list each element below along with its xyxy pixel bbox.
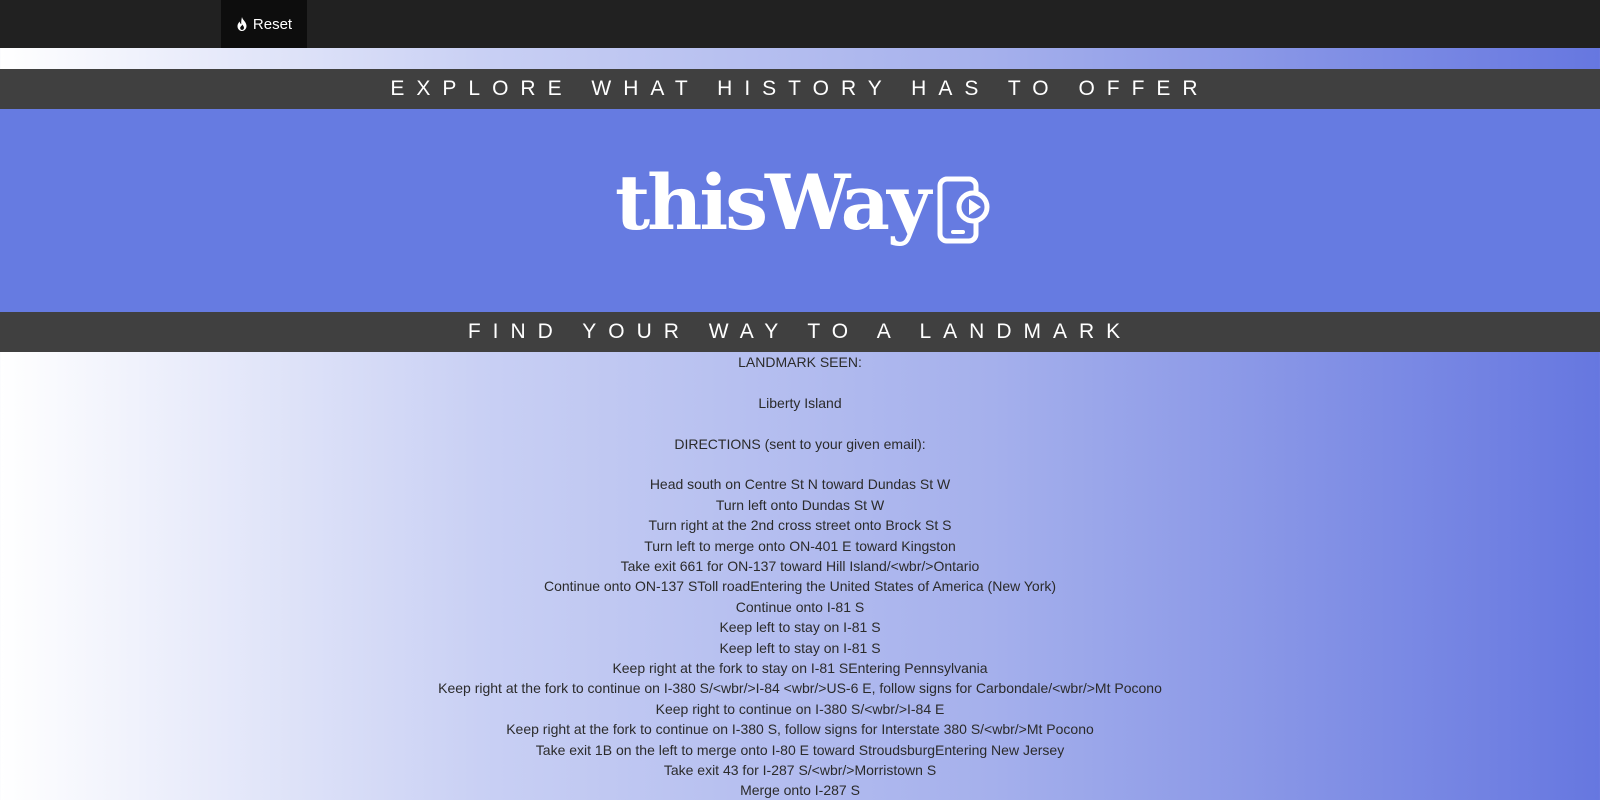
direction-step: Head south on Centre St N toward Dundas … — [649, 476, 951, 493]
fire-icon — [237, 17, 247, 31]
landmark-name: Liberty Island — [758, 394, 842, 411]
direction-step: Keep right at the fork to continue on I-… — [506, 721, 1094, 738]
direction-step: Turn left onto Dundas St W — [715, 496, 885, 513]
direction-step: Turn right at the 2nd cross street onto … — [648, 517, 952, 534]
find-landmark-banner: FIND YOUR WAY TO A LANDMARK — [0, 312, 1600, 352]
directions-list: Head south on Centre St N toward Dundas … — [0, 474, 1600, 800]
direction-step: Continue onto I-81 S — [735, 598, 865, 615]
landmark-heading: LANDMARK SEEN: — [738, 354, 862, 370]
logo-wordmark: thisWay — [615, 158, 931, 247]
direction-step: Keep left to stay on I-81 S — [719, 639, 881, 656]
reset-label: Reset — [252, 15, 293, 33]
top-navbar: Reset — [0, 0, 1600, 48]
direction-step: Keep right to continue on I-380 S/<wbr/>… — [655, 700, 945, 717]
direction-step: Merge onto I-287 S — [740, 782, 860, 799]
reset-button[interactable]: Reset — [221, 0, 307, 48]
direction-step: Take exit 661 for ON-137 toward Hill Isl… — [620, 558, 980, 575]
direction-step: Take exit 1B on the left to merge onto I… — [535, 741, 1065, 758]
direction-step: Keep right at the fork to continue on I-… — [438, 680, 1162, 697]
direction-step: Keep right at the fork to stay on I-81 S… — [612, 660, 988, 677]
direction-step: Continue onto ON-137 SToll roadEntering … — [543, 578, 1057, 595]
explore-banner: EXPLORE WHAT HISTORY HAS TO OFFER — [0, 69, 1600, 109]
results-panel: LANDMARK SEEN: Liberty Island DIRECTIONS… — [0, 352, 1600, 800]
direction-step: Turn left to merge onto ON-401 E toward … — [644, 537, 956, 554]
direction-step: Keep left to stay on I-81 S — [719, 619, 881, 636]
phone-play-icon — [937, 176, 990, 244]
directions-heading: DIRECTIONS (sent to your given email): — [674, 435, 926, 452]
direction-step: Take exit 43 for I-287 S/<wbr/>Morristow… — [663, 762, 937, 779]
